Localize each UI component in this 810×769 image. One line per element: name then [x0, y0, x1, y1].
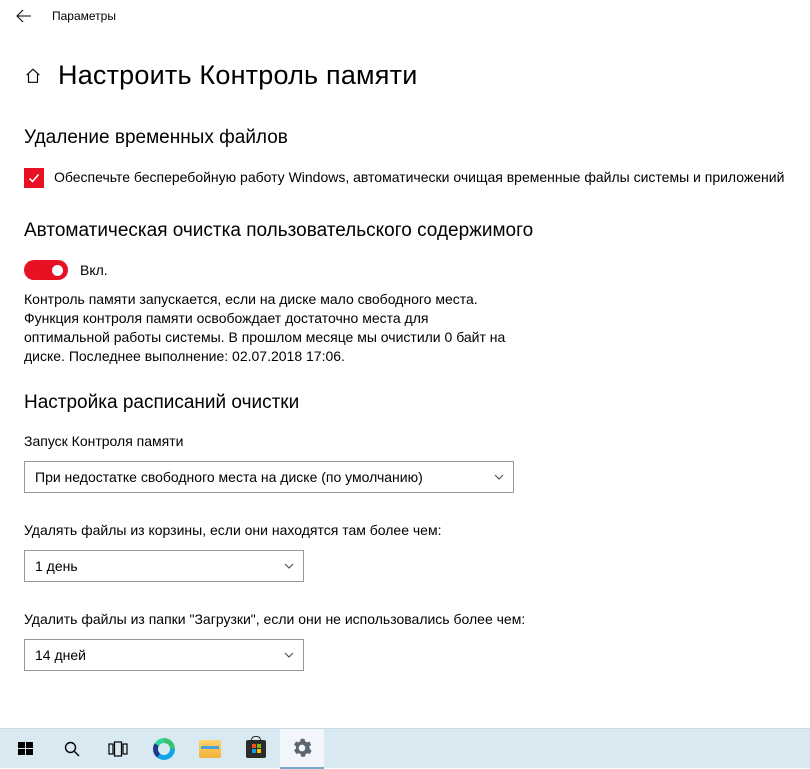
toggle-knob [52, 265, 63, 276]
start-button[interactable] [4, 729, 48, 769]
page-content: Настроить Контроль памяти Удаление време… [0, 32, 810, 671]
checkmark-icon [27, 171, 41, 185]
temp-files-checkbox[interactable] [24, 168, 44, 188]
taskbar-settings[interactable] [280, 729, 324, 769]
arrow-left-icon [16, 8, 32, 24]
chevron-down-icon [283, 560, 295, 572]
section-auto-cleanup-heading: Автоматическая очистка пользовательского… [24, 220, 544, 242]
recycle-bin-label: Удалять файлы из корзины, если они наход… [24, 521, 544, 540]
section-schedule-heading: Настройка расписаний очистки [24, 392, 786, 414]
search-icon [63, 740, 81, 758]
home-button[interactable] [24, 67, 42, 85]
auto-cleanup-description: Контроль памяти запускается, если на дис… [24, 290, 514, 366]
home-icon [24, 67, 42, 85]
auto-cleanup-toggle-label: Вкл. [80, 262, 108, 278]
run-storage-sense-value: При недостатке свободного места на диске… [35, 469, 423, 485]
recycle-bin-dropdown[interactable]: 1 день [24, 550, 304, 582]
taskbar-file-explorer[interactable] [188, 729, 232, 769]
recycle-bin-value: 1 день [35, 558, 78, 574]
section-temp-files-heading: Удаление временных файлов [24, 127, 786, 149]
titlebar: Параметры [0, 0, 810, 32]
temp-files-checkbox-row: Обеспечьте бесперебойную работу Windows,… [24, 167, 786, 188]
back-button[interactable] [8, 0, 40, 32]
task-view-icon [108, 741, 128, 757]
run-storage-sense-label: Запуск Контроля памяти [24, 432, 544, 451]
run-storage-sense-dropdown[interactable]: При недостатке свободного места на диске… [24, 461, 514, 493]
edge-icon [153, 738, 175, 760]
task-view-button[interactable] [96, 729, 140, 769]
taskbar-edge[interactable] [142, 729, 186, 769]
taskbar-ms-store[interactable] [234, 729, 278, 769]
folder-icon [199, 740, 221, 758]
windows-icon [18, 741, 34, 757]
downloads-value: 14 дней [35, 647, 86, 663]
downloads-label: Удалить файлы из папки "Загрузки", если … [24, 610, 544, 629]
page-header: Настроить Контроль памяти [24, 60, 786, 91]
chevron-down-icon [283, 649, 295, 661]
downloads-dropdown[interactable]: 14 дней [24, 639, 304, 671]
taskbar [0, 728, 810, 768]
chevron-down-icon [493, 471, 505, 483]
store-icon [246, 740, 266, 758]
temp-files-checkbox-label: Обеспечьте бесперебойную работу Windows,… [54, 167, 784, 187]
page-title: Настроить Контроль памяти [58, 60, 417, 91]
gear-icon [292, 738, 312, 758]
window-title: Параметры [52, 9, 116, 23]
auto-cleanup-toggle[interactable] [24, 260, 68, 280]
auto-cleanup-toggle-row: Вкл. [24, 260, 786, 280]
search-button[interactable] [50, 729, 94, 769]
